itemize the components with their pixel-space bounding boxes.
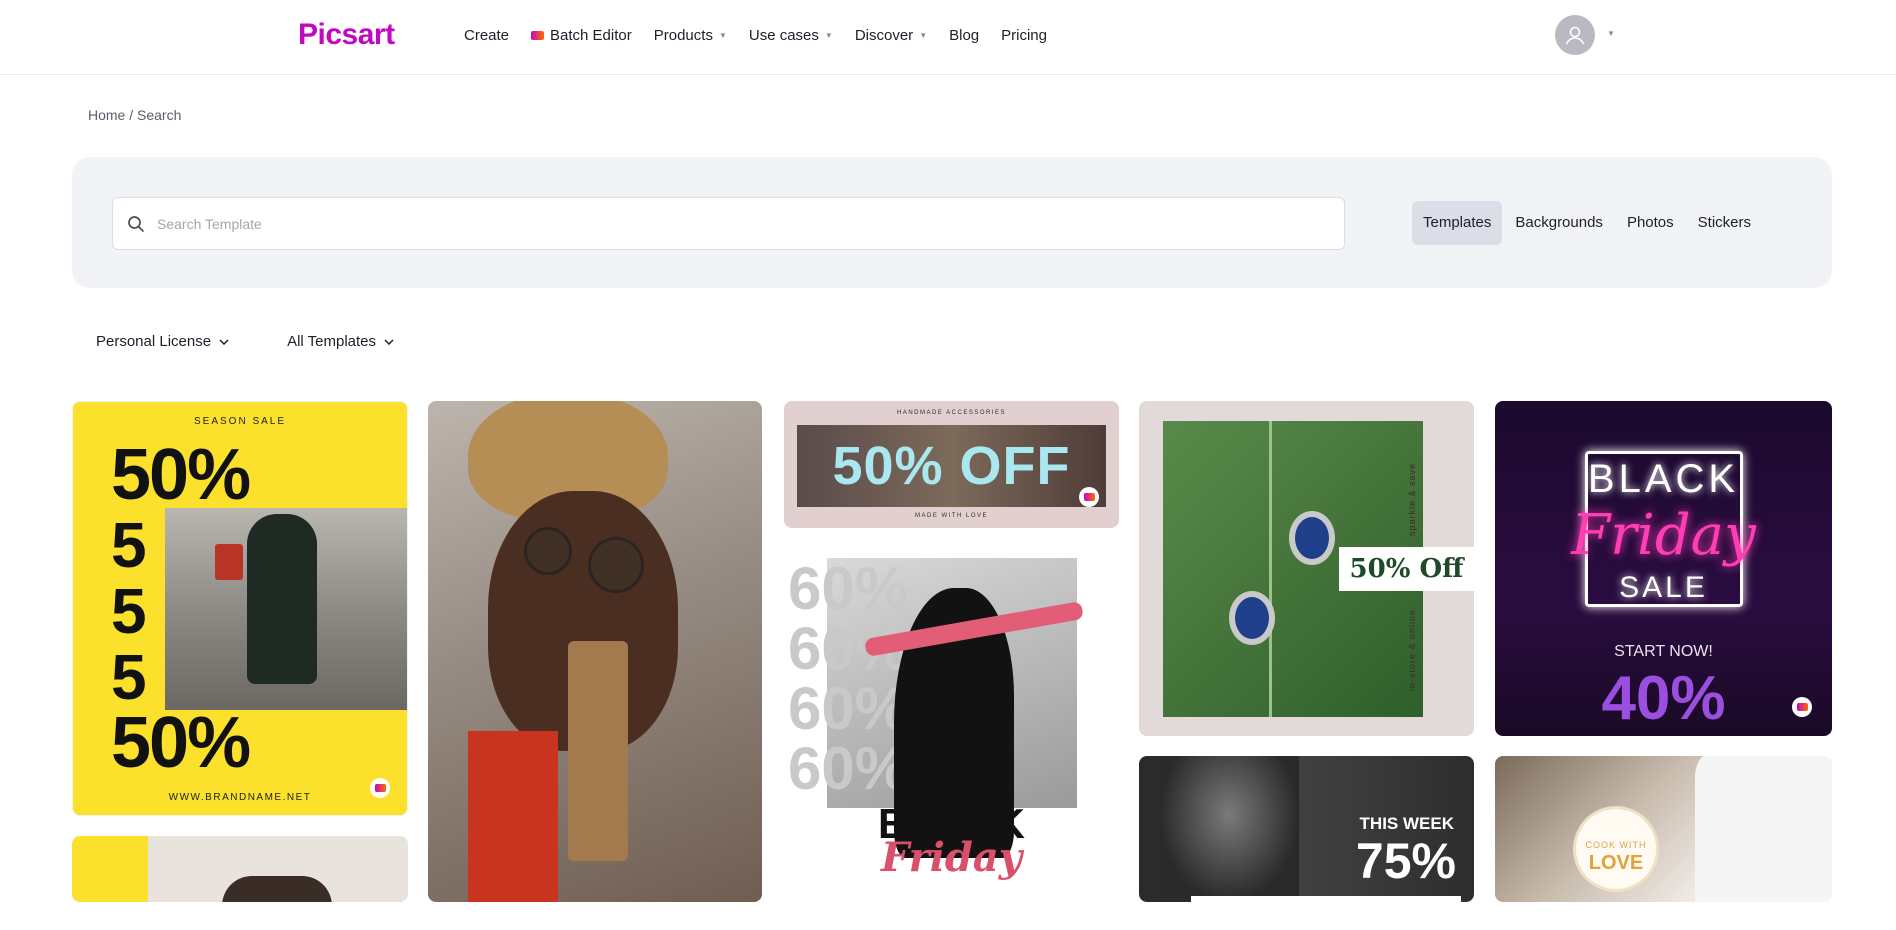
template-type-filter[interactable]: All Templates xyxy=(287,333,394,350)
card-headline: LOVE xyxy=(1588,852,1644,874)
nav-create-label: Create xyxy=(464,26,510,44)
card-caption: MADE WITH LOVE xyxy=(914,513,988,519)
card-caption: sparkle & save xyxy=(1407,462,1417,536)
nav-blog-label: Blog xyxy=(949,26,980,44)
card-script: Friday xyxy=(1571,503,1756,568)
card-caption: SEASON SALE xyxy=(193,416,287,427)
card-caption: HANDMADE ACCESSORIES xyxy=(896,410,1007,416)
premium-badge-icon xyxy=(370,778,390,798)
chevron-down-icon xyxy=(219,338,229,345)
user-icon xyxy=(1565,26,1585,45)
tab-templates[interactable]: Templates xyxy=(1412,201,1503,245)
filters-bar: Personal License All Templates xyxy=(96,333,394,350)
template-card[interactable]: HANDMADE ACCESSORIES 50% OFF MADE WITH L… xyxy=(784,401,1119,528)
nav-products-label: Products xyxy=(653,26,713,44)
template-card[interactable] xyxy=(72,836,408,902)
account-menu-chevron-icon[interactable]: ▼ xyxy=(1607,29,1615,38)
nav-use-cases[interactable]: Use cases ▼ xyxy=(749,27,833,44)
template-card[interactable] xyxy=(428,401,762,902)
chevron-down-icon xyxy=(384,338,394,345)
card-headline: 40% xyxy=(1601,664,1726,733)
template-card[interactable]: THIS WEEK 75% xyxy=(1139,756,1474,902)
card-percent: 60% xyxy=(788,735,909,802)
license-filter-label: Personal License xyxy=(96,333,212,350)
search-icon xyxy=(128,215,144,232)
card-headline: 50% xyxy=(111,703,251,783)
asset-tabs: Templates Backgrounds Photos Stickers xyxy=(1412,201,1762,245)
card-percent: 60% xyxy=(788,555,909,622)
nav-pricing-label: Pricing xyxy=(1001,26,1047,44)
main-nav: Create Batch Editor Products ▼ Use cases… xyxy=(464,0,1047,70)
card-caption: COOK WITH xyxy=(1585,840,1647,850)
card-headline: 75% xyxy=(1355,833,1456,889)
card-label: THIS WEEK xyxy=(1359,814,1454,833)
nav-batch-editor[interactable]: Batch Editor xyxy=(531,27,632,44)
chevron-down-icon: ▼ xyxy=(718,30,727,40)
premium-badge-icon xyxy=(1792,697,1812,717)
template-card[interactable]: 60% 60% 60% 60% BLACK Friday xyxy=(784,548,1119,902)
license-filter[interactable]: Personal License xyxy=(96,333,229,350)
card-headline: 50% xyxy=(111,435,251,515)
template-type-filter-label: All Templates xyxy=(287,333,377,350)
nav-pricing[interactable]: Pricing xyxy=(1001,27,1047,44)
card-digit: 5 xyxy=(111,575,147,647)
card-percent: 60% xyxy=(788,675,909,742)
card-headline: BLACK xyxy=(1587,457,1740,501)
search-box[interactable] xyxy=(112,197,1345,250)
template-card[interactable]: 50% Off sparkle & save in-store & online xyxy=(1139,401,1474,736)
card-photo xyxy=(165,508,407,710)
premium-badge-icon xyxy=(1079,487,1099,507)
card-cta: START NOW! xyxy=(1614,643,1713,660)
nav-batch-editor-label: Batch Editor xyxy=(550,26,632,44)
nav-discover[interactable]: Discover ▼ xyxy=(855,27,927,44)
template-card[interactable]: COOK WITH LOVE xyxy=(1495,756,1832,902)
top-header: Picsart Create Batch Editor Products ▼ U… xyxy=(0,0,1896,75)
card-caption: in-store & online xyxy=(1407,608,1417,691)
card-script: Friday xyxy=(880,834,1023,881)
card-digit: 5 xyxy=(111,509,147,581)
nav-blog[interactable]: Blog xyxy=(949,27,979,44)
tab-backgrounds[interactable]: Backgrounds xyxy=(1504,201,1614,245)
card-caption: WWW.BRANDNAME.NET xyxy=(168,792,312,803)
tab-photos[interactable]: Photos xyxy=(1616,201,1685,245)
nav-create[interactable]: Create xyxy=(464,27,509,44)
template-card[interactable]: SEASON SALE 50% 5 5 5 50% WWW.BRANDNAME.… xyxy=(72,401,408,816)
template-card[interactable]: BLACK Friday SALE START NOW! 40% xyxy=(1495,401,1832,736)
batch-editor-icon xyxy=(531,30,545,40)
picsart-logo[interactable]: Picsart xyxy=(298,18,395,52)
tab-stickers[interactable]: Stickers xyxy=(1687,201,1762,245)
card-headline: 50% OFF xyxy=(832,436,1071,496)
card-label: SALE xyxy=(1619,571,1708,604)
user-avatar[interactable] xyxy=(1555,15,1595,55)
nav-discover-label: Discover xyxy=(854,26,914,44)
search-input[interactable] xyxy=(157,215,1307,232)
chevron-down-icon: ▼ xyxy=(919,30,928,40)
card-headline: 50% Off xyxy=(1349,554,1464,584)
breadcrumb[interactable]: Home / Search xyxy=(88,107,181,123)
nav-use-cases-label: Use cases xyxy=(748,26,819,44)
nav-products[interactable]: Products ▼ xyxy=(654,27,727,44)
search-panel: Templates Backgrounds Photos Stickers xyxy=(72,157,1832,288)
chevron-down-icon: ▼ xyxy=(824,30,833,40)
